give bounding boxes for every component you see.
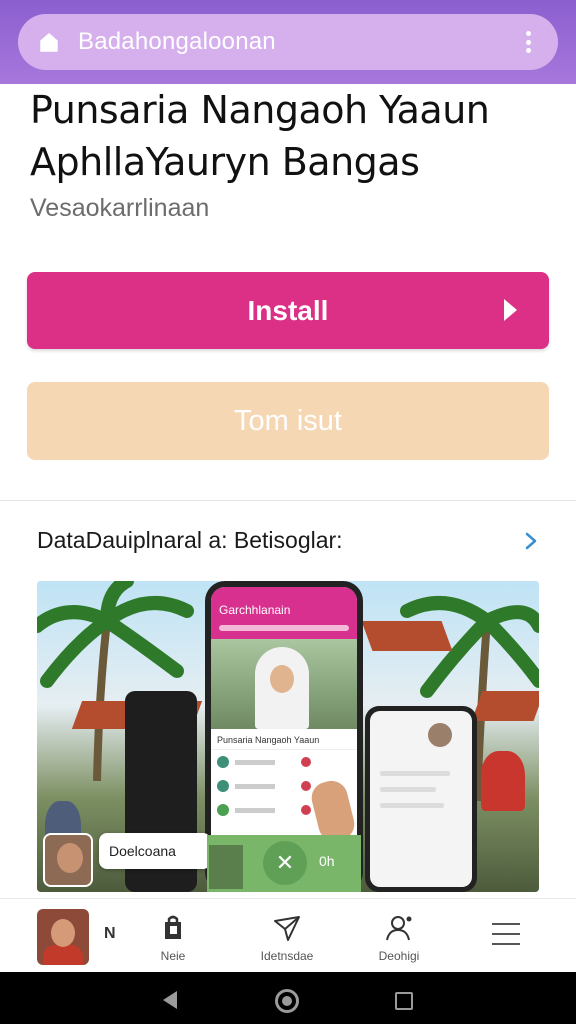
address-pill[interactable]: Badahongaloonan — [18, 14, 558, 70]
profile-thumbnail[interactable] — [37, 909, 89, 965]
bottom-navigation: N Neie Idetnsdae Deohigi — [0, 898, 576, 972]
phone-screen-photo — [211, 639, 357, 729]
phone-screen-caption: Punsaria Nangaoh Yaaun — [211, 729, 357, 750]
phone-screen-header-label: Garchhlanain — [219, 603, 291, 617]
back-icon[interactable] — [163, 991, 177, 1009]
nav-item-label: Idetnsdae — [260, 949, 314, 963]
nav-item-neie[interactable]: Neie — [128, 913, 218, 965]
roof-image — [361, 621, 453, 651]
install-button-label: Install — [247, 294, 329, 326]
toast-card: Doelcoana — [99, 833, 211, 869]
home-icon[interactable] — [38, 31, 60, 53]
nav-item-idetnsdae[interactable]: Idetnsdae — [242, 913, 332, 965]
person-add-icon — [386, 916, 412, 941]
play-arrow-icon — [504, 299, 517, 321]
green-action-bar: ✕ 0h — [207, 835, 361, 892]
phone-image — [365, 706, 477, 892]
placeholder-line — [380, 771, 450, 776]
send-icon — [274, 916, 300, 941]
avatar — [428, 723, 452, 747]
section-divider — [0, 500, 576, 501]
phone-screen-row — [211, 750, 357, 774]
screenshot-carousel[interactable]: Garchhlanain Punsaria Nangaoh Yaaun Doel… — [37, 581, 539, 892]
home-circle-icon[interactable] — [275, 989, 299, 1013]
nav-thumb-label: N — [104, 925, 116, 942]
roof-image — [471, 691, 539, 721]
more-options-icon[interactable] — [518, 29, 538, 55]
placeholder-line — [380, 787, 436, 792]
close-icon: ✕ — [263, 841, 307, 885]
app-subtitle: Vesaokarrlinaan — [30, 194, 210, 222]
avatar — [43, 833, 93, 887]
toast-label: Doelcoana — [109, 843, 176, 859]
confirm-label: 0h — [319, 853, 335, 869]
header-title: Badahongaloonan — [78, 28, 276, 55]
avatar — [209, 845, 243, 889]
top-app-bar: Badahongaloonan — [0, 0, 576, 84]
system-navigation-bar — [0, 972, 576, 1024]
bag-icon — [165, 915, 181, 939]
trial-button[interactable]: Tom isut — [27, 382, 549, 460]
nav-item-label: Deohigi — [378, 949, 420, 963]
install-button[interactable]: Install — [27, 272, 549, 349]
nav-item-deohigi[interactable]: Deohigi — [354, 913, 444, 965]
phone-screen-search-bar — [219, 625, 349, 631]
recents-icon[interactable] — [395, 992, 413, 1010]
phone-screen-header: Garchhlanain — [211, 587, 357, 639]
person-image — [481, 751, 525, 811]
placeholder-line — [380, 803, 444, 808]
app-title: Punsaria Nangaoh Yaaun AphllaYauryn Bang… — [30, 88, 490, 184]
portrait-image — [255, 647, 309, 729]
nav-item-label: Neie — [160, 949, 186, 963]
screenshots-section-title: DataDauiplnaral a: Betisoglar: — [37, 527, 343, 553]
trial-button-label: Tom isut — [234, 404, 342, 437]
menu-icon[interactable] — [492, 923, 520, 945]
chevron-right-icon[interactable] — [524, 531, 538, 551]
